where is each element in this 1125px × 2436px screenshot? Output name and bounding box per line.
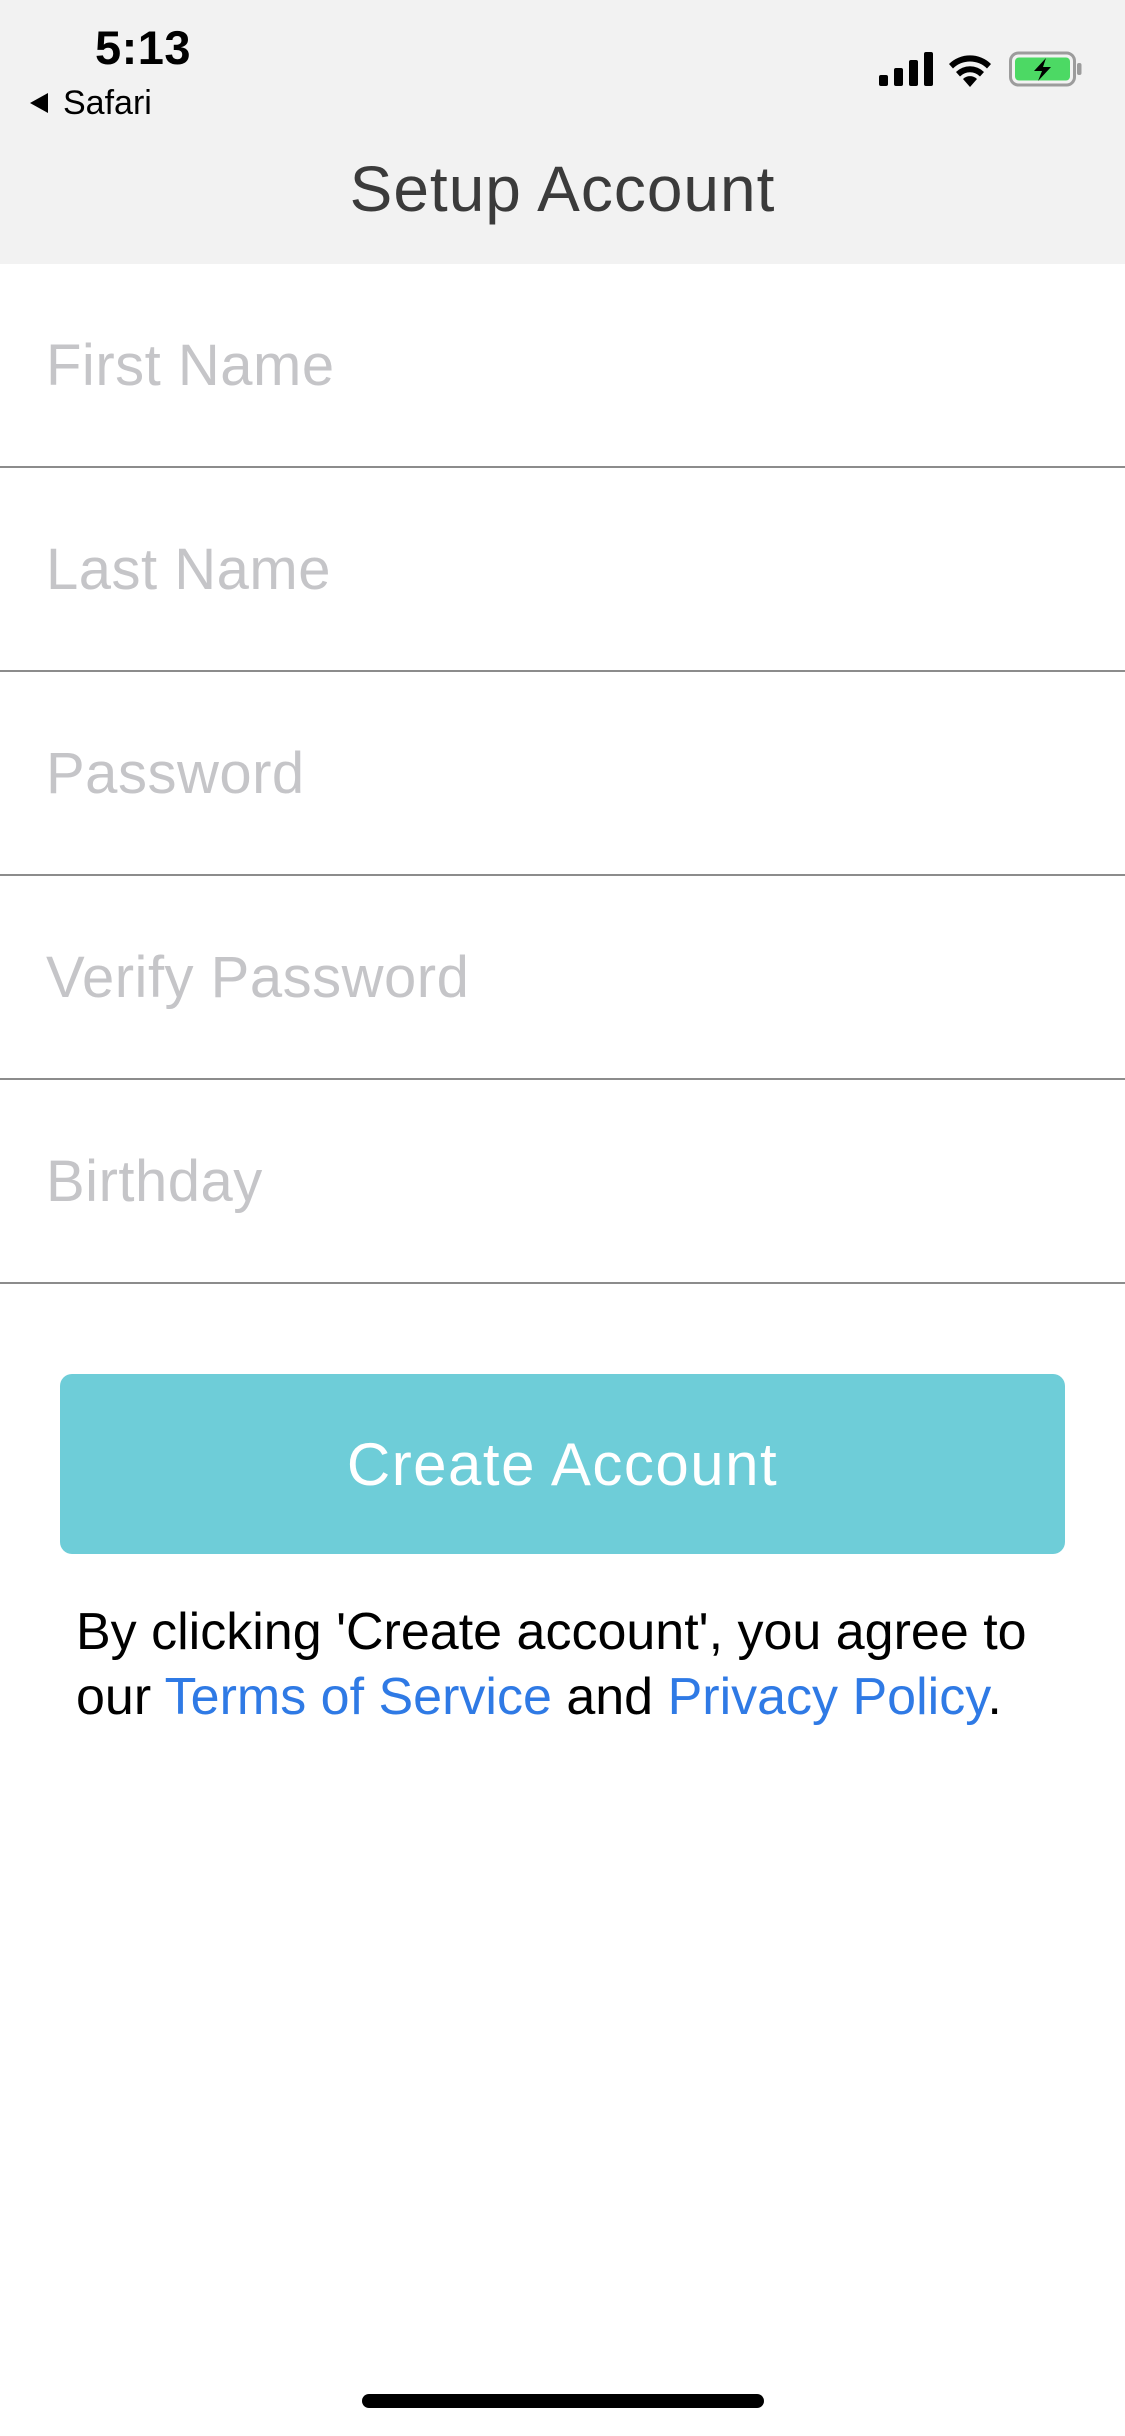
- navigation-header: 5:13 Safari Setup Account: [0, 0, 1125, 264]
- back-to-app-button[interactable]: Safari: [30, 80, 152, 126]
- password-input[interactable]: [46, 728, 1086, 818]
- back-app-label: Safari: [63, 83, 152, 122]
- battery-charging-icon: [1009, 51, 1082, 87]
- wifi-icon: [949, 55, 991, 87]
- status-time: 5:13: [95, 21, 192, 74]
- birthday-field: [0, 1080, 1125, 1284]
- verify-password-field: [0, 876, 1125, 1080]
- legal-joiner: and: [566, 1668, 654, 1726]
- home-indicator[interactable]: [362, 2394, 764, 2408]
- birthday-input[interactable]: [46, 1136, 1086, 1226]
- legal-suffix: .: [987, 1668, 1002, 1726]
- verify-password-input[interactable]: [46, 932, 1086, 1022]
- privacy-policy-link[interactable]: Privacy Policy: [668, 1668, 988, 1726]
- create-account-button[interactable]: Create Account: [60, 1374, 1065, 1554]
- last-name-input[interactable]: [46, 524, 1086, 614]
- back-triangle-icon: [30, 93, 48, 113]
- first-name-field: [0, 264, 1125, 468]
- status-icons: [879, 48, 1083, 90]
- last-name-field: [0, 468, 1125, 672]
- password-field: [0, 672, 1125, 876]
- page-title: Setup Account: [349, 153, 776, 225]
- cellular-signal-icon: [879, 52, 933, 86]
- terms-agreement-text: By clicking 'Create account', you agree …: [76, 1600, 1036, 1730]
- first-name-input[interactable]: [46, 320, 1086, 410]
- terms-of-service-link[interactable]: Terms of Service: [165, 1668, 552, 1726]
